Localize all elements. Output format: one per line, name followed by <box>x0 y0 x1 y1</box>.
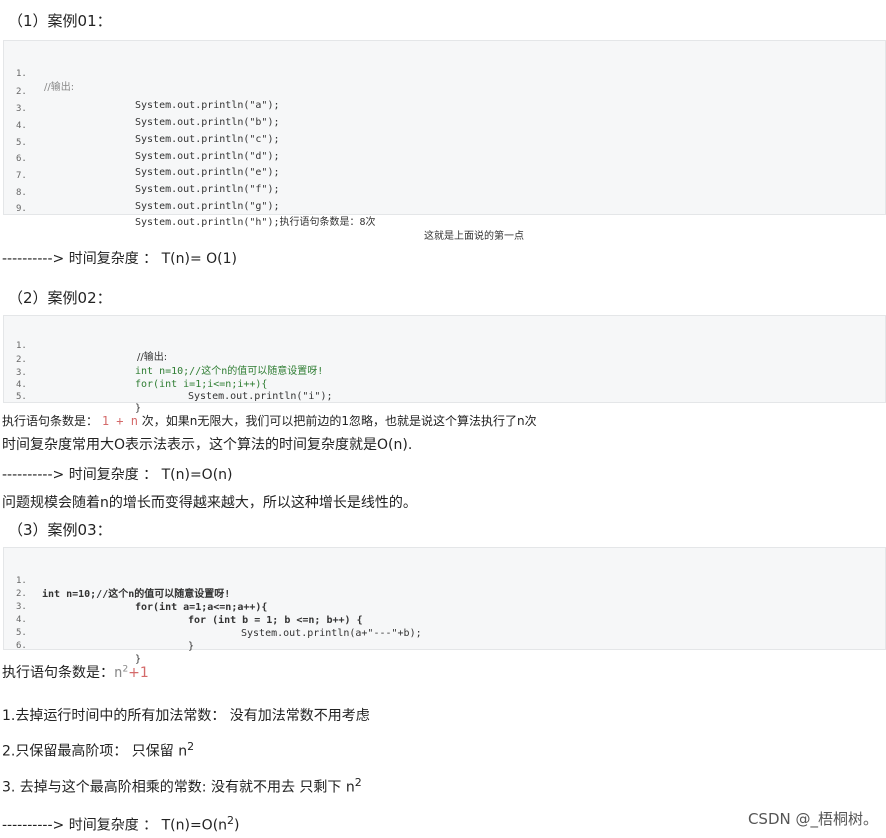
result-exponent: 2 <box>227 814 235 827</box>
code-line: 3. System.out.println("b"); <box>4 88 885 128</box>
case3-count-line: 执行语句条数是：n2+1 <box>2 662 149 682</box>
code-line: 2. System.out.println("a"); <box>4 71 885 111</box>
csdn-watermark: CSDN @_梧桐树。 <box>747 810 878 828</box>
code-block-case3: 1. int n=10;//这个n的值可以随意设置呀! 2. for(int a… <box>3 547 886 665</box>
case3-heading: （3）案例03： <box>8 521 112 539</box>
case2-growth-paragraph: 问题规模会随着n的增长而变得越来越大，所以这种增长是线性的。 <box>2 495 417 511</box>
step3-text: 3. 去掉与这个最高阶相乘的常数: 没有就不用去 只剩下 n <box>2 779 355 796</box>
code-line: 9. System.out.println("h");执行语句条数是：8次 这就… <box>4 188 885 242</box>
code-line: 5. System.out.println("d"); <box>4 122 885 162</box>
case2-result: ----------> 时间复杂度 ： T(n)=O(n) <box>2 467 233 483</box>
code-line: 8. System.out.println("g"); <box>4 172 885 212</box>
code-line: 4. System.out.println(a+"---"+b); <box>4 601 885 639</box>
code-line: 4. System.out.println("c"); <box>4 105 885 145</box>
code-note: 这就是上面说的第一点 <box>424 231 524 242</box>
code-line: 6. System.out.println("e"); <box>4 138 885 178</box>
line-number: 5. <box>16 392 27 402</box>
case2-bigo-paragraph: 时间复杂度常用大O表示法表示，这个算法的时间复杂度就是O(n). <box>2 437 413 453</box>
code-line: 2. int n=10;//这个n的值可以随意设置呀! <box>4 342 885 377</box>
case2-heading: （2）案例02： <box>8 289 112 307</box>
line-number: 9. <box>16 204 27 214</box>
code-line: 6. } <box>4 627 885 665</box>
code-line: 3. for(int i=1;i<=n;i++){ <box>4 355 885 390</box>
code-block-case1: 1. //输出: 2. System.out.println("a"); 3. … <box>3 40 886 242</box>
case1-result: ----------> 时间复杂度 ： T(n)= O(1) <box>2 251 237 267</box>
case3-step2: 2.只保留最高阶项： 只保留 n2 <box>2 740 194 761</box>
case3-step3: 3. 去掉与这个最高阶相乘的常数: 没有就不用去 只剩下 n2 <box>2 776 362 797</box>
code-text: System.out.println("h");执行语句条数是：8次 <box>135 217 376 228</box>
step2-exponent: 2 <box>187 740 195 753</box>
code-line: 1. //输出: <box>4 53 885 93</box>
code-line: 5. } <box>4 614 885 652</box>
count-label: 执行语句条数是： <box>2 665 114 681</box>
code-line: 1. int n=10;//这个n的值可以随意设置呀! <box>4 562 885 600</box>
code-line: 7. System.out.println("f"); <box>4 155 885 195</box>
code-line: 2. for(int a=1;a<=n;a++){ <box>4 575 885 613</box>
count-tail: +1 <box>128 665 149 681</box>
result-close: ) <box>234 817 240 834</box>
line-number: 6. <box>16 641 27 651</box>
code-line: 3. for (int b = 1; b <=n; b++) { <box>4 588 885 626</box>
code-line: 5. } <box>4 379 885 414</box>
code-line: 1. //输出: <box>4 328 885 363</box>
count-expression: 1 + n <box>101 414 138 428</box>
step3-exponent: 2 <box>354 776 362 789</box>
case2-count-paragraph: 执行语句条数是： 1 + n 次，如果n无限大，我们可以把前边的1忽略，也就是说… <box>2 412 537 429</box>
code-text: System.out.println("g"); <box>135 201 280 212</box>
code-block-case2: 1. //输出: 2. int n=10;//这个n的值可以随意设置呀! 3. … <box>3 315 886 414</box>
code-text: System.out.println("i"); <box>188 391 333 402</box>
case3-result: ----------> 时间复杂度 ： T(n)=O(n2) <box>2 814 240 835</box>
count-label: 执行语句条数是： <box>2 414 99 428</box>
step2-text: 2.只保留最高阶项： 只保留 n <box>2 743 188 760</box>
count-explanation: 次，如果n无限大，我们可以把前边的1忽略，也就是说这个算法执行了n次 <box>141 414 537 428</box>
case1-heading: （1）案例01： <box>8 12 112 30</box>
code-line: 4. System.out.println("i"); <box>4 367 885 402</box>
code-text: } <box>188 641 195 652</box>
result-text: ----------> 时间复杂度 ： T(n)=O(n <box>2 817 228 834</box>
case3-step1: 1.去掉运行时间中的所有加法常数： 没有加法常数不用考虑 <box>2 708 370 724</box>
